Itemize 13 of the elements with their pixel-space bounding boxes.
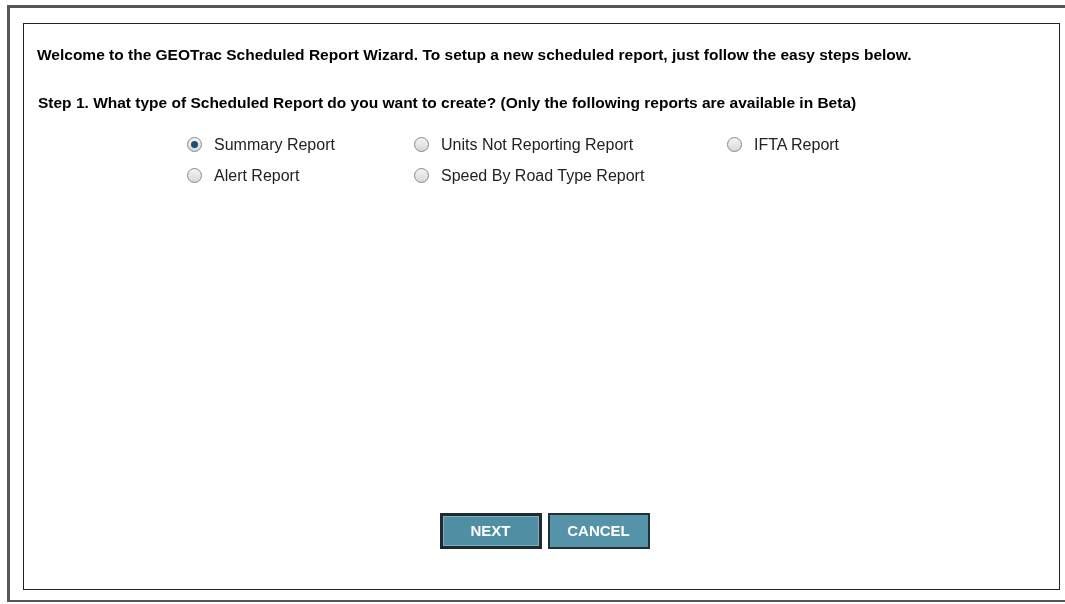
option-label[interactable]: Alert Report <box>214 163 300 188</box>
radio-button[interactable] <box>414 137 429 152</box>
option-label[interactable]: IFTA Report <box>754 132 840 157</box>
wizard-button[interactable]: NEXT <box>439 513 542 549</box>
welcome-text: Welcome to the GEOTrac Scheduled Report Wizard. To setup a new scheduled report, just follow the easy steps below. <box>37 45 913 65</box>
option-label[interactable]: Speed By Road Type Report <box>441 163 645 188</box>
radio-button[interactable] <box>187 168 202 183</box>
step-question: Step 1. What type of Scheduled Report do you want to create? (Only the following reports are available in Beta) <box>38 93 858 114</box>
option-label[interactable]: Units Not Reporting Report <box>441 132 634 157</box>
radio-button[interactable] <box>187 137 202 152</box>
radio-button[interactable] <box>414 168 429 183</box>
radio-button[interactable] <box>727 137 742 152</box>
option-label[interactable]: Summary Report <box>214 132 335 157</box>
